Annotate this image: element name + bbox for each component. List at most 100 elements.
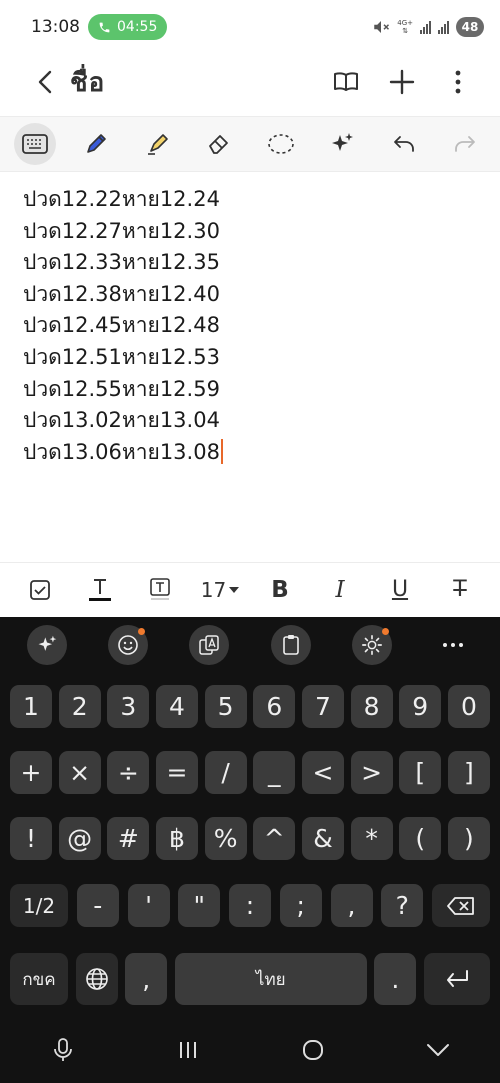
italic-button[interactable]: I <box>318 568 362 612</box>
font-size-selector[interactable]: 17 <box>198 568 242 612</box>
globe-key[interactable] <box>75 953 118 1005</box>
key-row-symbols-1: + × ÷ = / _ < > [ ] <box>10 751 490 794</box>
key[interactable]: _ <box>253 751 296 794</box>
key[interactable]: , <box>330 884 373 927</box>
key[interactable]: ) <box>447 817 490 860</box>
strikethrough-button[interactable]: T <box>438 568 482 612</box>
note-body[interactable]: ปวด12.22หาย12.24 ปวด12.27หาย12.30 ปวด12.… <box>23 184 483 468</box>
underline-button[interactable]: U <box>378 568 422 612</box>
key[interactable]: 3 <box>107 685 150 728</box>
enter-key[interactable] <box>423 953 490 1005</box>
key[interactable]: 5 <box>204 685 247 728</box>
network-type: 4G+ <box>397 19 413 27</box>
home-icon <box>302 1040 323 1060</box>
key[interactable]: 1 <box>10 685 52 728</box>
key[interactable]: ( <box>399 817 442 860</box>
lasso-tool-button[interactable] <box>260 123 302 165</box>
period-key[interactable]: . <box>374 953 417 1005</box>
ai-sparkle-icon <box>38 635 56 651</box>
language-key[interactable]: กขค <box>10 953 68 1005</box>
more-options-button[interactable] <box>430 54 486 110</box>
format-bar: 17 B I U T <box>0 562 500 616</box>
key[interactable]: * <box>350 817 393 860</box>
kb-ai-button[interactable] <box>26 624 67 665</box>
back-nav-button[interactable] <box>408 1025 468 1075</box>
comma-key[interactable]: , <box>125 953 168 1005</box>
key[interactable]: " <box>178 884 221 927</box>
kb-more-button[interactable] <box>433 625 473 665</box>
key[interactable]: ! <box>10 817 52 860</box>
undo-button[interactable] <box>383 123 425 165</box>
translate-icon <box>199 634 220 655</box>
app-bar: ชื่อ <box>0 54 500 110</box>
key[interactable]: & <box>301 817 344 860</box>
key[interactable]: @ <box>58 817 101 860</box>
bold-button[interactable]: B <box>258 568 302 612</box>
text-color-button[interactable] <box>78 568 122 612</box>
key[interactable]: 9 <box>399 685 442 728</box>
note-title[interactable]: ชื่อ <box>70 62 105 103</box>
key[interactable]: ^ <box>253 817 296 860</box>
clock: 13:08 <box>31 17 80 37</box>
eraser-tool-button[interactable] <box>198 123 240 165</box>
key[interactable]: = <box>155 751 198 794</box>
key[interactable]: - <box>76 884 119 927</box>
key[interactable]: 6 <box>253 685 296 728</box>
key[interactable]: / <box>204 751 247 794</box>
note-line: ปวด12.27หาย12.30 <box>23 218 220 243</box>
key[interactable]: + <box>10 751 52 794</box>
key[interactable]: % <box>204 817 247 860</box>
keyboard-icon <box>21 134 48 154</box>
kb-settings-button[interactable] <box>351 624 392 665</box>
text-background-button[interactable] <box>138 568 182 612</box>
key[interactable]: × <box>58 751 101 794</box>
key[interactable]: ÷ <box>107 751 150 794</box>
key[interactable]: > <box>350 751 393 794</box>
key[interactable]: < <box>301 751 344 794</box>
space-key[interactable]: ไทย <box>174 953 367 1005</box>
keyboard-tool-button[interactable] <box>13 123 56 165</box>
backspace-key[interactable] <box>432 884 490 927</box>
home-button[interactable] <box>283 1025 343 1075</box>
key[interactable]: # <box>107 817 150 860</box>
font-size-value: 17 <box>200 577 227 602</box>
key[interactable]: : <box>229 884 271 927</box>
key[interactable]: 8 <box>350 685 393 728</box>
globe-icon <box>85 968 108 990</box>
data-arrows-icon: ⇅ <box>402 27 409 35</box>
highlighter-tool-button[interactable] <box>137 123 179 165</box>
key[interactable]: ' <box>127 884 170 927</box>
backspace-icon <box>447 896 474 915</box>
back-button[interactable] <box>18 54 74 110</box>
kb-clipboard-button[interactable] <box>270 624 311 665</box>
more-horizontal-icon <box>443 642 464 647</box>
key[interactable]: ] <box>447 751 490 794</box>
add-button[interactable] <box>374 54 430 110</box>
network-indicator: 4G+ ⇅ <box>397 19 413 35</box>
call-timer-pill[interactable]: 04:55 <box>88 14 168 40</box>
note-line: ปวด12.51หาย12.53 <box>23 344 220 369</box>
status-icons: 4G+ ⇅ 48 <box>372 17 484 37</box>
pen-tool-button[interactable] <box>75 123 117 165</box>
checkbox-button[interactable] <box>18 568 62 612</box>
key[interactable]: ? <box>381 884 424 927</box>
voice-input-button[interactable] <box>33 1025 93 1075</box>
key[interactable]: ฿ <box>155 817 198 860</box>
page-toggle-key[interactable]: 1/2 <box>10 884 68 927</box>
phone-icon <box>99 22 110 32</box>
key[interactable]: 0 <box>447 685 490 728</box>
key[interactable]: 7 <box>301 685 344 728</box>
key[interactable]: 2 <box>58 685 101 728</box>
key[interactable]: ; <box>279 884 322 927</box>
text-background-icon <box>150 577 170 600</box>
text-cursor <box>220 438 223 464</box>
kb-translate-button[interactable] <box>189 624 230 665</box>
redo-button[interactable] <box>444 123 486 165</box>
ai-assist-button[interactable] <box>321 123 363 165</box>
kb-emoji-button[interactable] <box>107 624 148 665</box>
eraser-icon <box>209 135 229 154</box>
reading-mode-button[interactable] <box>318 54 374 110</box>
key[interactable]: 4 <box>155 685 198 728</box>
key[interactable]: [ <box>399 751 442 794</box>
recents-button[interactable] <box>158 1025 218 1075</box>
